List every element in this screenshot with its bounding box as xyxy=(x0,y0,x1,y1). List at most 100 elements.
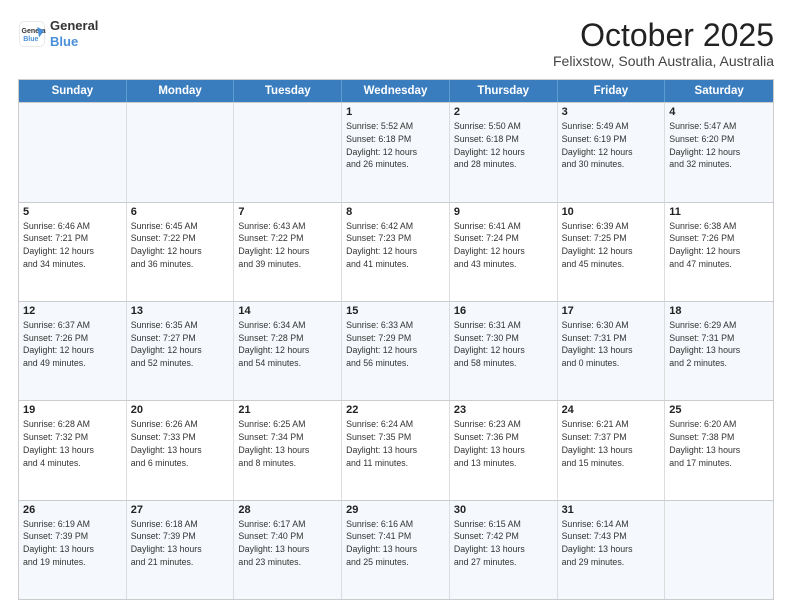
day-number: 12 xyxy=(23,305,122,317)
day-info: Sunrise: 6:26 AMSunset: 7:33 PMDaylight:… xyxy=(131,418,230,469)
day-number: 24 xyxy=(562,404,661,416)
title-block: October 2025 Felixstow, South Australia,… xyxy=(553,18,774,69)
svg-text:Blue: Blue xyxy=(23,36,38,43)
day-number: 27 xyxy=(131,504,230,516)
calendar-cell xyxy=(19,103,127,201)
day-number: 29 xyxy=(346,504,445,516)
calendar-cell: 5 Sunrise: 6:46 AMSunset: 7:21 PMDaylight… xyxy=(19,203,127,301)
calendar-row-0: 1 Sunrise: 5:52 AMSunset: 6:18 PMDaylight… xyxy=(19,102,773,201)
weekday-header-friday: Friday xyxy=(558,80,666,102)
day-number: 18 xyxy=(669,305,769,317)
calendar-cell: 1 Sunrise: 5:52 AMSunset: 6:18 PMDaylight… xyxy=(342,103,450,201)
calendar-cell: 23 Sunrise: 6:23 AMSunset: 7:36 PMDayligh… xyxy=(450,401,558,499)
day-number: 3 xyxy=(562,106,661,118)
calendar-cell: 14Sunrise: 6:34 AMSunset: 7:28 PMDayligh… xyxy=(234,302,342,400)
day-info: Sunrise: 6:19 AMSunset: 7:39 PMDaylight:… xyxy=(23,518,122,569)
day-info: Sunrise: 6:46 AMSunset: 7:21 PMDaylight:… xyxy=(23,220,122,271)
day-number: 30 xyxy=(454,504,553,516)
day-info: Sunrise: 6:31 AMSunset: 7:30 PMDaylight:… xyxy=(454,319,553,370)
day-number: 19 xyxy=(23,404,122,416)
calendar-row-4: 26Sunrise: 6:19 AMSunset: 7:39 PMDayligh… xyxy=(19,500,773,599)
logo-blue: Blue xyxy=(50,34,98,50)
page: General Blue General Blue October 2025 F… xyxy=(0,0,792,612)
day-info: Sunrise: 6:24 AMSunset: 7:35 PMDaylight:… xyxy=(346,418,445,469)
day-info: Sunrise: 5:47 AMSunset: 6:20 PMDaylight:… xyxy=(669,120,769,171)
day-info: Sunrise: 5:50 AMSunset: 6:18 PMDaylight:… xyxy=(454,120,553,171)
day-info: Sunrise: 6:25 AMSunset: 7:34 PMDaylight:… xyxy=(238,418,337,469)
calendar-cell xyxy=(234,103,342,201)
calendar-cell: 27 Sunrise: 6:18 AMSunset: 7:39 PMDayligh… xyxy=(127,501,235,599)
logo-general: General xyxy=(50,18,98,34)
day-info: Sunrise: 6:23 AMSunset: 7:36 PMDaylight:… xyxy=(454,418,553,469)
day-info: Sunrise: 6:43 AMSunset: 7:22 PMDaylight:… xyxy=(238,220,337,271)
day-number: 22 xyxy=(346,404,445,416)
calendar-cell: 7 Sunrise: 6:43 AMSunset: 7:22 PMDaylight… xyxy=(234,203,342,301)
weekday-header-tuesday: Tuesday xyxy=(234,80,342,102)
calendar-cell: 25 Sunrise: 6:20 AMSunset: 7:38 PMDayligh… xyxy=(665,401,773,499)
calendar: SundayMondayTuesdayWednesdayThursdayFrid… xyxy=(18,79,774,600)
day-number: 5 xyxy=(23,206,122,218)
day-number: 4 xyxy=(669,106,769,118)
day-number: 8 xyxy=(346,206,445,218)
weekday-header-saturday: Saturday xyxy=(665,80,773,102)
day-number: 20 xyxy=(131,404,230,416)
weekday-header-thursday: Thursday xyxy=(450,80,558,102)
calendar-cell: 11 Sunrise: 6:38 AMSunset: 7:26 PMDayligh… xyxy=(665,203,773,301)
calendar-cell: 16 Sunrise: 6:31 AMSunset: 7:30 PMDayligh… xyxy=(450,302,558,400)
calendar-cell: 9Sunrise: 6:41 AMSunset: 7:24 PMDaylight… xyxy=(450,203,558,301)
calendar-cell: 15Sunrise: 6:33 AMSunset: 7:29 PMDayligh… xyxy=(342,302,450,400)
day-info: Sunrise: 6:14 AMSunset: 7:43 PMDaylight:… xyxy=(562,518,661,569)
day-number: 1 xyxy=(346,106,445,118)
calendar-cell xyxy=(127,103,235,201)
main-title: October 2025 xyxy=(553,18,774,53)
calendar-cell: 22 Sunrise: 6:24 AMSunset: 7:35 PMDayligh… xyxy=(342,401,450,499)
day-info: Sunrise: 6:38 AMSunset: 7:26 PMDaylight:… xyxy=(669,220,769,271)
day-number: 31 xyxy=(562,504,661,516)
day-info: Sunrise: 5:52 AMSunset: 6:18 PMDaylight:… xyxy=(346,120,445,171)
day-number: 25 xyxy=(669,404,769,416)
calendar-cell: 20 Sunrise: 6:26 AMSunset: 7:33 PMDayligh… xyxy=(127,401,235,499)
weekday-header-wednesday: Wednesday xyxy=(342,80,450,102)
calendar-cell: 26Sunrise: 6:19 AMSunset: 7:39 PMDayligh… xyxy=(19,501,127,599)
day-number: 23 xyxy=(454,404,553,416)
weekday-header-monday: Monday xyxy=(127,80,235,102)
calendar-cell: 21Sunrise: 6:25 AMSunset: 7:34 PMDayligh… xyxy=(234,401,342,499)
calendar-cell: 28Sunrise: 6:17 AMSunset: 7:40 PMDayligh… xyxy=(234,501,342,599)
calendar-cell: 12Sunrise: 6:37 AMSunset: 7:26 PMDayligh… xyxy=(19,302,127,400)
day-info: Sunrise: 6:30 AMSunset: 7:31 PMDaylight:… xyxy=(562,319,661,370)
day-number: 16 xyxy=(454,305,553,317)
day-number: 17 xyxy=(562,305,661,317)
logo-text: General Blue xyxy=(50,18,98,49)
calendar-cell: 31 Sunrise: 6:14 AMSunset: 7:43 PMDayligh… xyxy=(558,501,666,599)
header: General Blue General Blue October 2025 F… xyxy=(18,18,774,69)
weekday-header-sunday: Sunday xyxy=(19,80,127,102)
calendar-cell: 18Sunrise: 6:29 AMSunset: 7:31 PMDayligh… xyxy=(665,302,773,400)
day-info: Sunrise: 6:21 AMSunset: 7:37 PMDaylight:… xyxy=(562,418,661,469)
day-number: 14 xyxy=(238,305,337,317)
logo: General Blue General Blue xyxy=(18,18,98,49)
calendar-cell: 24 Sunrise: 6:21 AMSunset: 7:37 PMDayligh… xyxy=(558,401,666,499)
day-number: 9 xyxy=(454,206,553,218)
calendar-cell: 10Sunrise: 6:39 AMSunset: 7:25 PMDayligh… xyxy=(558,203,666,301)
day-number: 2 xyxy=(454,106,553,118)
day-info: Sunrise: 6:18 AMSunset: 7:39 PMDaylight:… xyxy=(131,518,230,569)
calendar-row-2: 12Sunrise: 6:37 AMSunset: 7:26 PMDayligh… xyxy=(19,301,773,400)
day-info: Sunrise: 6:45 AMSunset: 7:22 PMDaylight:… xyxy=(131,220,230,271)
calendar-cell xyxy=(665,501,773,599)
calendar-cell: 30Sunrise: 6:15 AMSunset: 7:42 PMDayligh… xyxy=(450,501,558,599)
day-info: Sunrise: 6:33 AMSunset: 7:29 PMDaylight:… xyxy=(346,319,445,370)
day-info: Sunrise: 6:16 AMSunset: 7:41 PMDaylight:… xyxy=(346,518,445,569)
day-number: 28 xyxy=(238,504,337,516)
day-info: Sunrise: 5:49 AMSunset: 6:19 PMDaylight:… xyxy=(562,120,661,171)
day-info: Sunrise: 6:39 AMSunset: 7:25 PMDaylight:… xyxy=(562,220,661,271)
day-info: Sunrise: 6:20 AMSunset: 7:38 PMDaylight:… xyxy=(669,418,769,469)
logo-icon: General Blue xyxy=(18,20,46,48)
day-number: 7 xyxy=(238,206,337,218)
day-info: Sunrise: 6:28 AMSunset: 7:32 PMDaylight:… xyxy=(23,418,122,469)
day-number: 13 xyxy=(131,305,230,317)
calendar-row-1: 5 Sunrise: 6:46 AMSunset: 7:21 PMDaylight… xyxy=(19,202,773,301)
calendar-cell: 3 Sunrise: 5:49 AMSunset: 6:19 PMDaylight… xyxy=(558,103,666,201)
calendar-cell: 29 Sunrise: 6:16 AMSunset: 7:41 PMDayligh… xyxy=(342,501,450,599)
day-number: 11 xyxy=(669,206,769,218)
calendar-row-3: 19 Sunrise: 6:28 AMSunset: 7:32 PMDayligh… xyxy=(19,400,773,499)
